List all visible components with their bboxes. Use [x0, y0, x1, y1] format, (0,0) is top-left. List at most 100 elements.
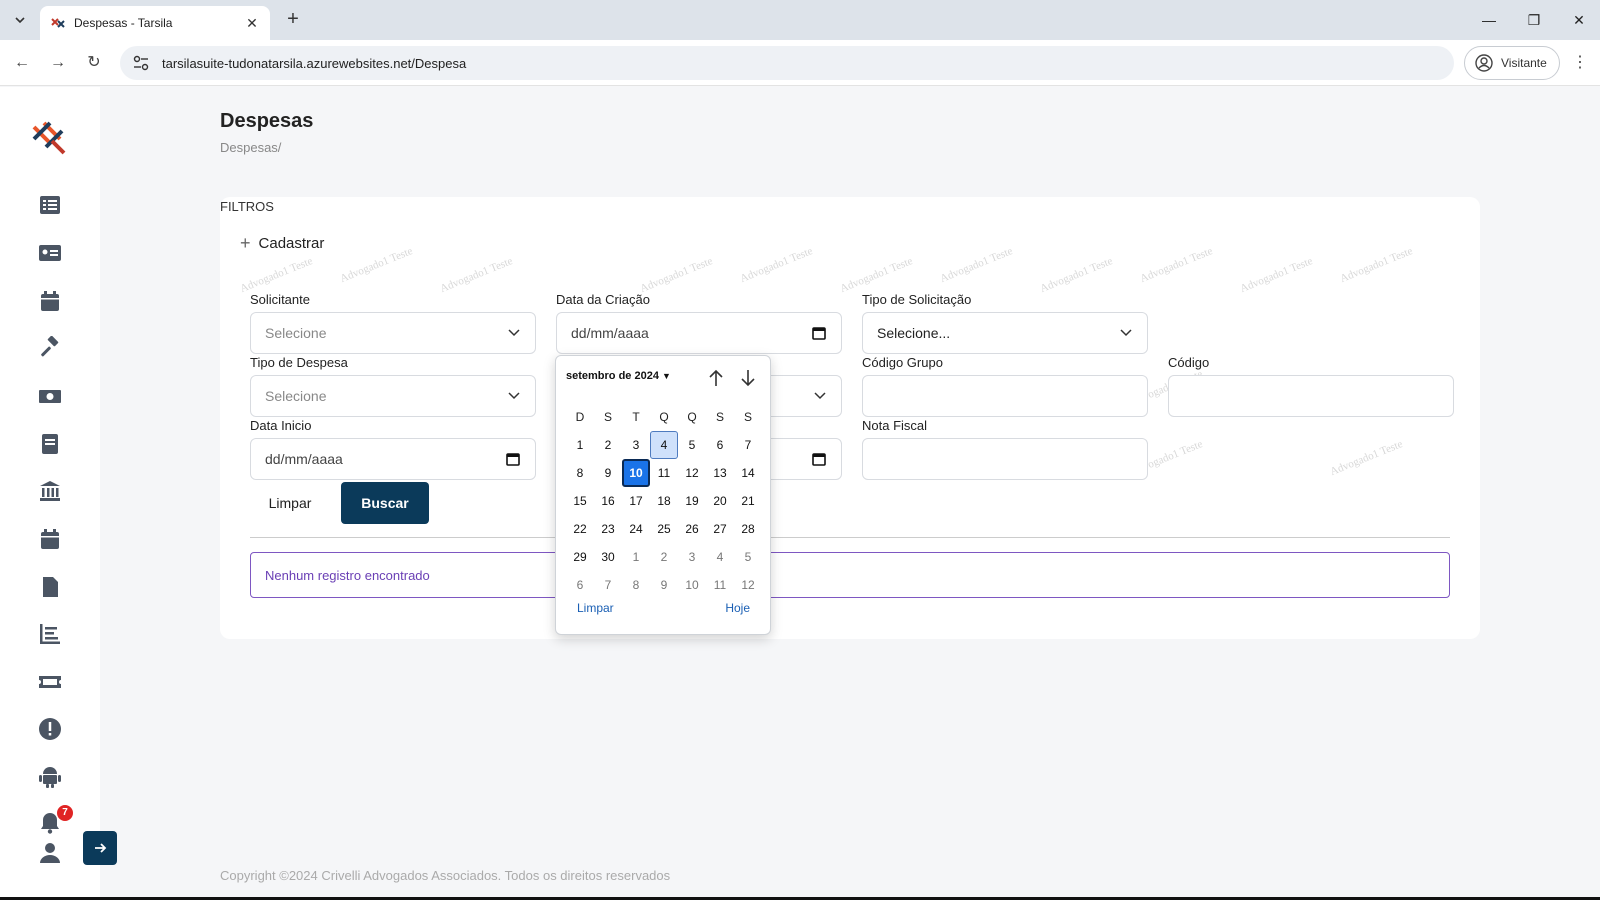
calendar-day[interactable]: 20 — [706, 487, 734, 515]
calendar-day[interactable]: 15 — [566, 487, 594, 515]
previous-month-icon[interactable] — [706, 368, 726, 388]
breadcrumb[interactable]: Despesas/ — [220, 140, 281, 155]
watermark-text: Advogado1 Teste — [238, 255, 315, 295]
calendar-day[interactable]: 1 — [566, 431, 594, 459]
calendar-icon[interactable] — [37, 288, 63, 314]
calendar-day[interactable]: 24 — [622, 515, 650, 543]
close-tab-icon[interactable]: ✕ — [244, 15, 260, 32]
profile-button[interactable]: Visitante — [1464, 46, 1560, 80]
calendar-picker-icon[interactable] — [811, 451, 827, 467]
calendar-day[interactable]: 1 — [622, 543, 650, 571]
codigo-label: Código — [1168, 355, 1210, 370]
calendar-day[interactable]: 18 — [650, 487, 678, 515]
file-icon[interactable] — [37, 574, 63, 600]
calendar-day[interactable]: 21 — [734, 487, 762, 515]
chevron-down-icon — [814, 392, 826, 400]
calendar-day[interactable]: 4 — [706, 543, 734, 571]
calendar-day[interactable]: 27 — [706, 515, 734, 543]
close-window-icon[interactable]: ✕ — [1564, 8, 1594, 32]
codigo-grupo-input[interactable] — [862, 375, 1148, 417]
tab-search-icon[interactable] — [8, 8, 32, 32]
calendar-day[interactable]: 8 — [622, 571, 650, 599]
calendar-day[interactable]: 11 — [650, 459, 678, 487]
calendar-day[interactable]: 26 — [678, 515, 706, 543]
calendar-day[interactable]: 10 — [622, 459, 650, 487]
data-inicio-input[interactable]: dd/mm/aaaa — [250, 438, 536, 480]
browser-tab[interactable]: Despesas - Tarsila ✕ — [40, 6, 270, 40]
calendar-day[interactable]: 30 — [594, 543, 622, 571]
tipo-solicitacao-select[interactable]: Selecione... — [862, 312, 1148, 354]
codigo-input[interactable] — [1168, 375, 1454, 417]
url-text: tarsilasuite-tudonatarsila.azurewebsites… — [162, 55, 467, 71]
calendar-day[interactable]: 3 — [678, 543, 706, 571]
nota-fiscal-input[interactable] — [862, 438, 1148, 480]
browser-menu-icon[interactable]: ⋮ — [1570, 51, 1590, 75]
book-icon[interactable] — [37, 431, 63, 457]
solicitante-label: Solicitante — [250, 292, 310, 307]
cadastrar-button[interactable]: + Cadastrar — [240, 233, 324, 254]
chart-icon[interactable] — [37, 621, 63, 647]
month-year-selector[interactable]: setembro de 2024 ▼ — [566, 370, 671, 382]
reload-icon[interactable]: ↻ — [82, 51, 106, 75]
calendar-day[interactable]: 13 — [706, 459, 734, 487]
browser-toolbar: ← → ↻ tarsilasuite-tudonatarsila.azurewe… — [0, 40, 1600, 86]
gavel-icon[interactable] — [37, 335, 63, 361]
calendar-day[interactable]: 16 — [594, 487, 622, 515]
calendar-day[interactable]: 8 — [566, 459, 594, 487]
calendar-day[interactable]: 22 — [566, 515, 594, 543]
calendar-day[interactable]: 7 — [734, 431, 762, 459]
new-tab-button[interactable]: + — [282, 9, 304, 31]
tarsila-favicon-icon — [51, 18, 65, 28]
calendar-day[interactable]: 6 — [566, 571, 594, 599]
calendar-day[interactable]: 11 — [706, 571, 734, 599]
alert-icon[interactable] — [37, 716, 63, 742]
tarsila-logo[interactable] — [30, 117, 68, 155]
user-icon[interactable] — [37, 840, 63, 866]
buscar-button[interactable]: Buscar — [341, 482, 429, 524]
calendar-picker-icon[interactable] — [505, 451, 521, 467]
calendar-day[interactable]: 12 — [678, 459, 706, 487]
data-criacao-input[interactable]: dd/mm/aaaa — [556, 312, 842, 354]
calendar-day[interactable]: 4 — [650, 431, 678, 459]
solicitante-select[interactable]: Selecione — [250, 312, 536, 354]
address-bar[interactable]: tarsilasuite-tudonatarsila.azurewebsites… — [120, 46, 1454, 80]
calendar-day[interactable]: 29 — [566, 543, 594, 571]
calendar-day[interactable]: 10 — [678, 571, 706, 599]
calendar-day[interactable]: 2 — [650, 543, 678, 571]
minimize-icon[interactable]: — — [1474, 8, 1504, 32]
calendar-day[interactable]: 25 — [650, 515, 678, 543]
calendar-picker-icon[interactable] — [811, 325, 827, 341]
site-info-icon[interactable] — [132, 54, 150, 72]
android-icon[interactable] — [37, 764, 63, 790]
back-icon[interactable]: ← — [10, 51, 34, 75]
data-inicio-label: Data Inicio — [250, 418, 312, 433]
bank-icon[interactable] — [37, 478, 63, 504]
calendar-day[interactable]: 6 — [706, 431, 734, 459]
calendar-day[interactable]: 5 — [734, 543, 762, 571]
calendar-day[interactable]: 19 — [678, 487, 706, 515]
id-card-icon[interactable] — [37, 240, 63, 266]
calendar-day[interactable]: 2 — [594, 431, 622, 459]
ticket-icon[interactable] — [37, 669, 63, 695]
calendar-day[interactable]: 28 — [734, 515, 762, 543]
calendar-day[interactable]: 14 — [734, 459, 762, 487]
calendar-day[interactable]: 9 — [594, 459, 622, 487]
forward-icon[interactable]: → — [46, 51, 70, 75]
calendar-day[interactable]: 12 — [734, 571, 762, 599]
list-icon[interactable] — [37, 192, 63, 218]
money-icon[interactable] — [37, 383, 63, 409]
calendar-icon[interactable] — [37, 526, 63, 552]
datepicker-today-button[interactable]: Hoje — [725, 601, 750, 615]
calendar-day[interactable]: 3 — [622, 431, 650, 459]
calendar-day[interactable]: 7 — [594, 571, 622, 599]
calendar-day[interactable]: 23 — [594, 515, 622, 543]
tipo-despesa-select[interactable]: Selecione — [250, 375, 536, 417]
expand-sidebar-button[interactable] — [83, 831, 117, 865]
limpar-button[interactable]: Limpar — [250, 482, 330, 524]
calendar-day[interactable]: 5 — [678, 431, 706, 459]
next-month-icon[interactable] — [738, 368, 758, 388]
datepicker-clear-button[interactable]: Limpar — [577, 601, 614, 615]
calendar-day[interactable]: 9 — [650, 571, 678, 599]
calendar-day[interactable]: 17 — [622, 487, 650, 515]
restore-icon[interactable]: ❐ — [1519, 8, 1549, 32]
